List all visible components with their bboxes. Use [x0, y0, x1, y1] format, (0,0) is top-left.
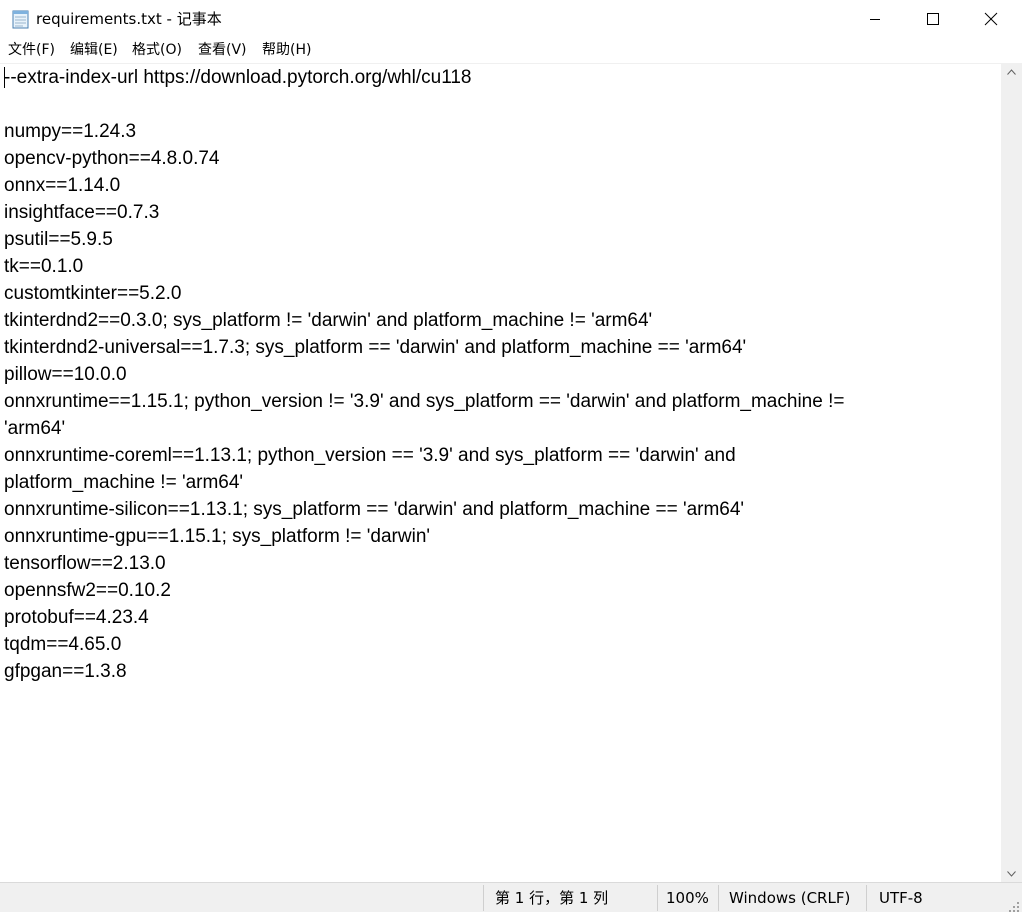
minimize-icon: [870, 19, 880, 20]
title-bar[interactable]: requirements.txt - 记事本: [0, 0, 1022, 38]
status-zoom: 100%: [666, 889, 709, 907]
text-line: insightface==0.7.3: [4, 202, 160, 223]
chevron-up-icon: [1007, 68, 1016, 75]
resize-grip-icon[interactable]: [1008, 898, 1020, 912]
window-title: requirements.txt - 记事本: [36, 10, 222, 28]
text-line: opencv-python==4.8.0.74: [4, 148, 220, 169]
text-line: onnxruntime==1.15.1; python_version != '…: [4, 391, 845, 412]
text-line: onnxruntime-coreml==1.13.1; python_versi…: [4, 445, 736, 466]
menu-file[interactable]: 文件(F): [5, 38, 58, 62]
maximize-button[interactable]: [904, 0, 962, 38]
text-line: onnxruntime-silicon==1.13.1; sys_platfor…: [4, 499, 745, 520]
status-divider: [718, 885, 719, 911]
scroll-down-button[interactable]: [1001, 865, 1022, 882]
scroll-up-button[interactable]: [1001, 63, 1022, 80]
text-line: tkinterdnd2-universal==1.7.3; sys_platfo…: [4, 337, 747, 358]
text-line: tk==0.1.0: [4, 256, 84, 277]
text-line: gfpgan==1.3.8: [4, 661, 127, 682]
menu-format[interactable]: 格式(O): [129, 38, 185, 62]
text-line: opennsfw2==0.10.2: [4, 580, 171, 601]
close-icon: [984, 12, 998, 26]
status-cursor-position: 第 1 行，第 1 列: [495, 889, 609, 907]
menu-edit[interactable]: 编辑(E): [67, 38, 121, 62]
notepad-icon: [11, 9, 31, 29]
status-encoding: UTF-8: [879, 889, 923, 907]
notepad-window: requirements.txt - 记事本 文件(F) 编辑(E) 格式(O)…: [0, 0, 1022, 912]
text-line: --extra-index-url https://download.pytor…: [4, 67, 472, 88]
text-line: tensorflow==2.13.0: [4, 553, 166, 574]
text-line: onnx==1.14.0: [4, 175, 121, 196]
menu-help[interactable]: 帮助(H): [259, 38, 314, 62]
status-divider: [483, 885, 484, 911]
chevron-down-icon: [1007, 870, 1016, 877]
maximize-icon: [927, 13, 939, 25]
text-editor[interactable]: --extra-index-url https://download.pytor…: [0, 63, 1001, 883]
text-line: psutil==5.9.5: [4, 229, 113, 250]
text-line: 'arm64': [4, 418, 66, 439]
menu-bar: 文件(F) 编辑(E) 格式(O) 查看(V) 帮助(H): [0, 38, 1022, 62]
status-line-ending: Windows (CRLF): [729, 889, 851, 907]
text-line: onnxruntime-gpu==1.15.1; sys_platform !=…: [4, 526, 431, 547]
status-divider: [866, 885, 867, 911]
status-bar: 第 1 行，第 1 列 100% Windows (CRLF) UTF-8: [0, 882, 1022, 912]
text-line: customtkinter==5.2.0: [4, 283, 182, 304]
text-line: protobuf==4.23.4: [4, 607, 149, 628]
text-line: platform_machine != 'arm64': [4, 472, 244, 493]
close-button[interactable]: [962, 0, 1020, 38]
status-divider: [657, 885, 658, 911]
minimize-button[interactable]: [846, 0, 904, 38]
text-line: pillow==10.0.0: [4, 364, 127, 385]
vertical-scrollbar[interactable]: [1001, 63, 1022, 882]
text-line: tqdm==4.65.0: [4, 634, 122, 655]
text-line: tkinterdnd2==0.3.0; sys_platform != 'dar…: [4, 310, 653, 331]
menu-view[interactable]: 查看(V): [195, 38, 250, 62]
text-line: numpy==1.24.3: [4, 121, 137, 142]
